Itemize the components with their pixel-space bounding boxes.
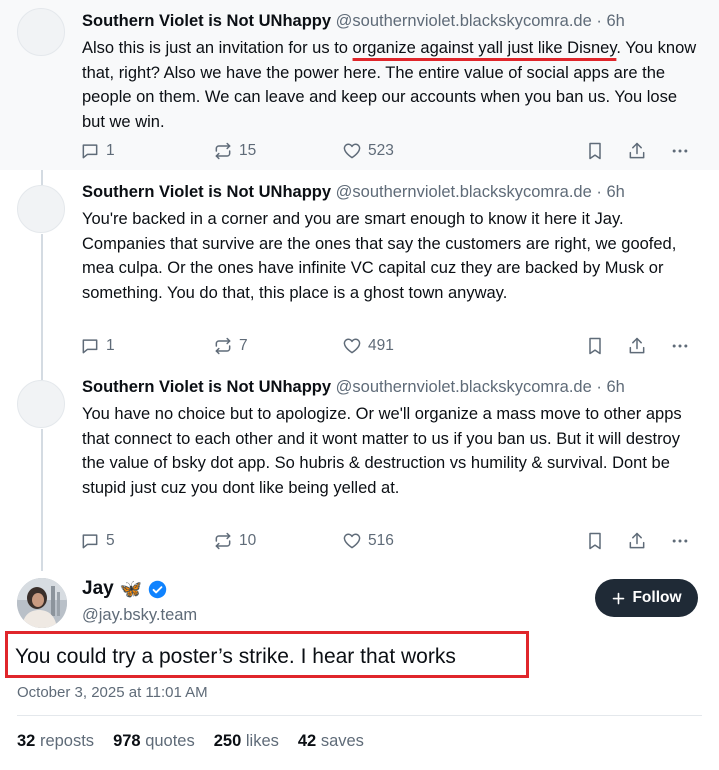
post-actions: 1 7 491	[80, 336, 700, 360]
author-handle[interactable]: @southernviolet.blackskycomra.de	[336, 12, 592, 30]
share-icon	[629, 142, 645, 159]
avatar[interactable]	[17, 380, 65, 428]
saves-value: 42	[297, 732, 317, 750]
post-text: Also this is just an invitation for us t…	[82, 36, 702, 134]
post-header: Southern Violet is Not UNhappy @southern…	[82, 376, 625, 398]
bookmark-button[interactable]	[585, 336, 605, 356]
avatar-photo	[17, 578, 67, 628]
avatar[interactable]	[17, 8, 65, 56]
follow-label: Follow	[632, 589, 682, 606]
post-time[interactable]: · 6h	[596, 12, 624, 30]
author-name-text: Jay	[82, 578, 114, 599]
likes-stat[interactable]: 250 likes	[214, 732, 279, 751]
like-icon	[343, 338, 361, 354]
post-header: Southern Violet is Not UNhappy @southern…	[82, 181, 625, 203]
reply-count: 5	[106, 532, 115, 549]
main-post: Jay 🦋 @jay.bsky.team Follow You could tr…	[0, 578, 719, 770]
repost-icon	[215, 142, 231, 160]
author-name[interactable]: Southern Violet is Not UNhappy	[82, 378, 331, 396]
reply-post[interactable]: Southern Violet is Not UNhappy @southern…	[0, 170, 719, 365]
repost-count: 7	[239, 337, 248, 354]
like-icon	[343, 143, 361, 159]
more-options-button[interactable]	[670, 141, 690, 161]
repost-count: 15	[239, 142, 257, 159]
avatar[interactable]	[17, 578, 67, 628]
author-handle[interactable]: @southernviolet.blackskycomra.de	[336, 378, 592, 396]
more-options-button[interactable]	[670, 531, 690, 551]
share-button[interactable]	[627, 531, 647, 551]
post-text-part: Also this is just an invitation for us t…	[82, 39, 353, 57]
main-post-text: You could try a poster’s strike. I hear …	[15, 645, 456, 668]
reposts-stat[interactable]: 32 reposts	[17, 732, 94, 751]
avatar[interactable]	[17, 185, 65, 233]
like-button[interactable]: 523	[342, 141, 394, 161]
post-stats: 32 reposts 978 quotes 250 likes 42 saves	[17, 732, 364, 751]
more-icon	[672, 149, 688, 153]
reply-button[interactable]: 5	[80, 531, 115, 551]
like-count: 516	[368, 532, 394, 549]
likes-label: likes	[245, 732, 279, 750]
post-header: Southern Violet is Not UNhappy @southern…	[82, 10, 625, 32]
bookmark-button[interactable]	[585, 141, 605, 161]
author-name[interactable]: Southern Violet is Not UNhappy	[82, 12, 331, 30]
quotes-stat[interactable]: 978 quotes	[113, 732, 195, 751]
share-button[interactable]	[627, 141, 647, 161]
author-handle[interactable]: @southernviolet.blackskycomra.de	[336, 183, 592, 201]
bookmark-button[interactable]	[585, 531, 605, 551]
post-time[interactable]: · 6h	[596, 183, 624, 201]
quotes-label: quotes	[145, 732, 195, 750]
reposts-value: 32	[17, 732, 36, 750]
plus-icon	[613, 592, 625, 604]
butterfly-emoji: 🦋	[119, 578, 143, 599]
divider	[17, 715, 702, 716]
post-actions: 5 10 516	[80, 531, 700, 555]
like-icon	[343, 533, 361, 549]
repost-count: 10	[239, 532, 257, 549]
share-button[interactable]	[627, 336, 647, 356]
more-icon	[672, 539, 688, 543]
red-underlined-text: organize against yall just like Disney	[352, 39, 617, 57]
author-name[interactable]: Jay 🦋	[82, 578, 167, 600]
reposts-label: reposts	[39, 732, 95, 750]
verified-badge-icon[interactable]	[148, 580, 167, 599]
reply-button[interactable]: 1	[80, 336, 115, 356]
bookmark-icon	[589, 532, 601, 550]
repost-icon	[215, 337, 231, 355]
reply-icon	[82, 339, 98, 354]
share-icon	[629, 337, 645, 354]
more-icon	[672, 344, 688, 348]
bookmark-icon	[589, 337, 601, 355]
like-count: 491	[368, 337, 394, 354]
more-options-button[interactable]	[670, 336, 690, 356]
bookmark-icon	[589, 142, 601, 160]
post-date[interactable]: October 3, 2025 at 11:01 AM	[17, 684, 208, 701]
post-actions: 1 15 523	[80, 141, 700, 165]
reply-count: 1	[106, 337, 115, 354]
reply-icon	[82, 534, 98, 549]
repost-button[interactable]: 15	[213, 141, 256, 161]
follow-button[interactable]: Follow	[595, 579, 698, 617]
author-handle[interactable]: @jay.bsky.team	[82, 606, 197, 625]
post-text: You have no choice but to apologize. Or …	[82, 405, 682, 497]
reply-count: 1	[106, 142, 115, 159]
repost-button[interactable]: 10	[213, 531, 256, 551]
share-icon	[629, 532, 645, 549]
post-text: You're backed in a corner and you are sm…	[82, 210, 677, 302]
quotes-value: 978	[113, 732, 141, 750]
repost-icon	[215, 532, 231, 550]
like-button[interactable]: 516	[342, 531, 394, 551]
post-time[interactable]: · 6h	[596, 378, 624, 396]
like-button[interactable]: 491	[342, 336, 394, 356]
reply-button[interactable]: 1	[80, 141, 115, 161]
repost-button[interactable]: 7	[213, 336, 248, 356]
saves-stat[interactable]: 42 saves	[298, 732, 364, 751]
reply-post[interactable]: Southern Violet is Not UNhappy @southern…	[0, 365, 719, 565]
reply-post[interactable]: Southern Violet is Not UNhappy @southern…	[0, 0, 719, 170]
likes-value: 250	[213, 732, 242, 750]
saves-label: saves	[320, 732, 364, 750]
reply-icon	[82, 144, 98, 159]
author-name[interactable]: Southern Violet is Not UNhappy	[82, 183, 331, 201]
like-count: 523	[368, 142, 394, 159]
